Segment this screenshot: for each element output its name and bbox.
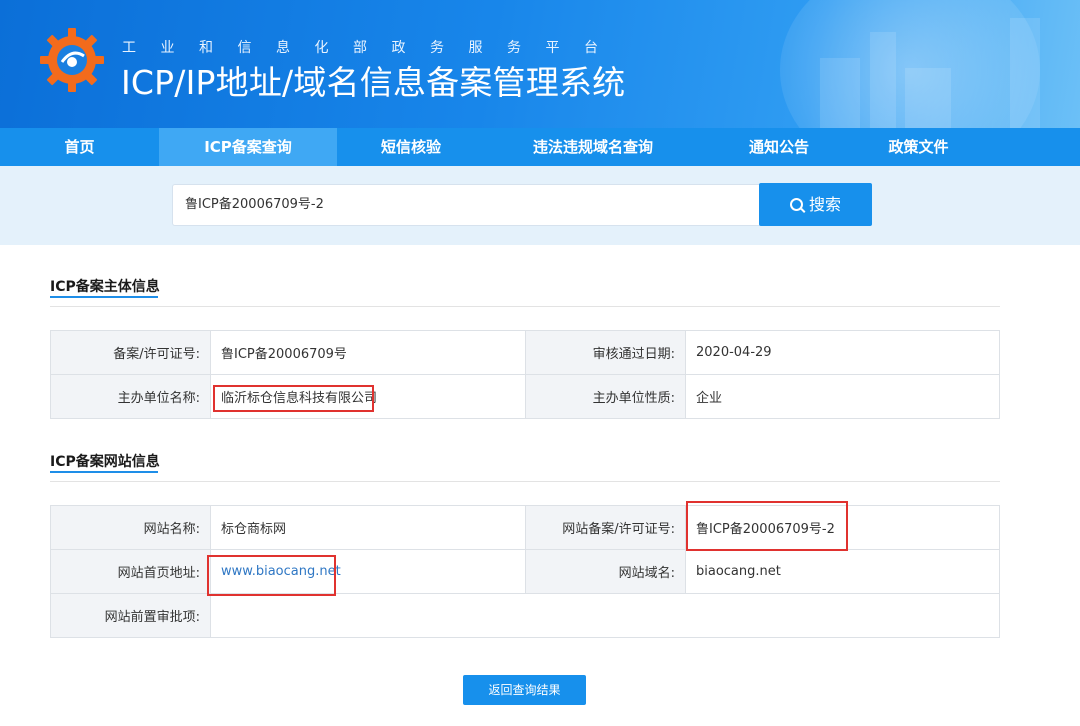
main-nav: 首页 ICP备案查询 短信核验 违法违规域名查询 通知公告 政策文件 [0, 128, 1080, 166]
page-title: ICP/IP地址/域名信息备案管理系统 [121, 63, 626, 102]
highlight-box-sponsor [213, 385, 374, 412]
label-approval-date: 审核通过日期: [525, 330, 686, 375]
search-button-label: 搜索 [808, 195, 841, 214]
subject-section-title: ICP备案主体信息 [50, 276, 160, 298]
website-info-table: 网站名称: 标仓商标网 网站备案/许可证号: 鲁ICP备20006709号-2 … [50, 505, 1000, 638]
ministry-logo-icon [40, 28, 104, 92]
platform-subtitle: 工业和信息化部政务服务平台 [122, 40, 623, 56]
label-pre-approval: 网站前置审批项: [50, 593, 211, 638]
banner-building [820, 58, 860, 128]
banner-building [905, 68, 951, 128]
search-area: 鲁ICP备20006709号-2 搜索 [0, 166, 1080, 245]
banner-building [1010, 18, 1040, 128]
table-row: 主办单位名称: 临沂标仓信息科技有限公司 主办单位性质: 企业 [50, 374, 1000, 419]
section-underline [50, 296, 158, 298]
label-site-name: 网站名称: [50, 505, 211, 550]
value-sponsor-type: 企业 [685, 374, 1000, 419]
section-divider [50, 481, 1000, 482]
website-section-title: ICP备案网站信息 [50, 451, 160, 473]
highlight-box-homepage [207, 555, 336, 596]
banner-building [870, 32, 896, 128]
value-pre-approval [210, 593, 1000, 638]
label-homepage-url: 网站首页地址: [50, 549, 211, 594]
nav-item-icp-query[interactable]: ICP备案查询 [159, 128, 337, 166]
search-icon [789, 198, 803, 211]
table-row: 网站前置审批项: [50, 593, 1000, 638]
header-banner: 工业和信息化部政务服务平台 ICP/IP地址/域名信息备案管理系统 [0, 0, 1080, 128]
search-input[interactable]: 鲁ICP备20006709号-2 [172, 184, 760, 226]
value-site-name: 标仓商标网 [210, 505, 526, 550]
value-approval-date: 2020-04-29 [685, 330, 1000, 375]
label-domain: 网站域名: [525, 549, 686, 594]
label-sponsor-name: 主办单位名称: [50, 374, 211, 419]
value-license-no: 鲁ICP备20006709号 [210, 330, 526, 375]
nav-item-home[interactable]: 首页 [0, 128, 159, 166]
back-to-results-button[interactable]: 返回查询结果 [463, 675, 586, 705]
section-divider [50, 306, 1000, 307]
label-site-license: 网站备案/许可证号: [525, 505, 686, 550]
section-underline [50, 471, 158, 473]
label-sponsor-type: 主办单位性质: [525, 374, 686, 419]
highlight-box-license [686, 501, 848, 551]
value-domain: biaocang.net [685, 549, 1000, 594]
nav-item-illegal-domain[interactable]: 违法违规域名查询 [485, 128, 701, 166]
table-row: 网站首页地址: www.biaocang.net 网站域名: biaocang.… [50, 549, 1000, 594]
nav-item-policies[interactable]: 政策文件 [857, 128, 980, 166]
subject-info-table: 备案/许可证号: 鲁ICP备20006709号 审核通过日期: 2020-04-… [50, 330, 1000, 419]
search-button[interactable]: 搜索 [759, 183, 872, 226]
table-row: 备案/许可证号: 鲁ICP备20006709号 审核通过日期: 2020-04-… [50, 330, 1000, 375]
label-license-no: 备案/许可证号: [50, 330, 211, 375]
table-row: 网站名称: 标仓商标网 网站备案/许可证号: 鲁ICP备20006709号-2 [50, 505, 1000, 550]
nav-item-sms-verify[interactable]: 短信核验 [337, 128, 485, 166]
nav-item-notices[interactable]: 通知公告 [701, 128, 857, 166]
